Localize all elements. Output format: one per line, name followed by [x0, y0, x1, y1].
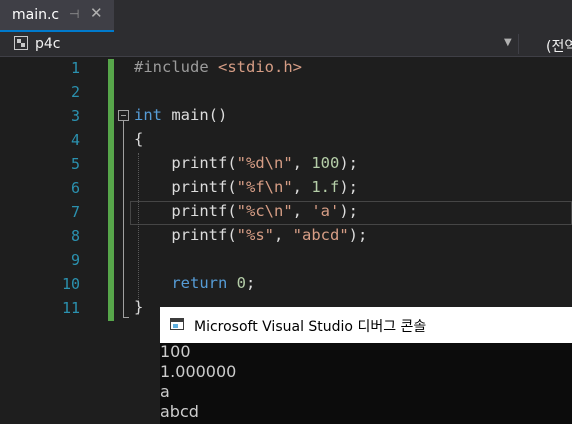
- code-token: 100: [311, 154, 340, 172]
- code-token: printf(: [134, 202, 237, 220]
- code-token: \n: [264, 202, 284, 220]
- pin-icon[interactable]: ⊣: [69, 7, 79, 21]
- close-icon[interactable]: ✕: [90, 4, 103, 22]
- console-output-line: 1.000000: [160, 362, 237, 381]
- code-token: ,: [292, 154, 312, 172]
- code-token: ,: [292, 202, 312, 220]
- document-tab-strip: main.c ⊣ ✕: [0, 0, 572, 32]
- code-token: "abcd": [292, 226, 349, 244]
- code-line[interactable]: printf("%f\n", 1.f);: [134, 178, 358, 196]
- code-token: "%d: [236, 154, 265, 172]
- line-number: 8: [70, 227, 80, 245]
- code-line[interactable]: return 0;: [134, 274, 255, 292]
- code-token: printf(: [134, 226, 237, 244]
- tab-main-c[interactable]: main.c ⊣ ✕: [0, 0, 114, 32]
- code-token: #include: [134, 58, 218, 76]
- line-number: 1: [70, 59, 80, 77]
- console-window-icon: [170, 318, 184, 330]
- code-line[interactable]: printf("%c\n", 'a');: [134, 202, 358, 220]
- code-token: ": [283, 178, 293, 196]
- line-number: 2: [70, 83, 80, 101]
- code-line[interactable]: }: [134, 298, 143, 316]
- console-output-line: abcd: [160, 402, 199, 421]
- code-line[interactable]: {: [134, 130, 143, 148]
- global-scope-dropdown[interactable]: (전역: [546, 36, 572, 56]
- console-titlebar[interactable]: Microsoft Visual Studio 디버그 콘솔: [160, 307, 572, 343]
- code-token: "%c: [236, 202, 265, 220]
- code-line[interactable]: #include <stdio.h>: [134, 58, 302, 76]
- code-token: );: [339, 178, 359, 196]
- code-token: 'a': [311, 202, 340, 220]
- console-title: Microsoft Visual Studio 디버그 콘솔: [194, 319, 427, 335]
- code-token: <stdio.h>: [218, 58, 302, 76]
- line-number: 4: [70, 131, 80, 149]
- code-line[interactable]: printf("%d\n", 100);: [134, 154, 358, 172]
- collapse-icon[interactable]: [118, 110, 129, 121]
- code-token: 1.f: [311, 178, 340, 196]
- nav-divider: [518, 34, 519, 54]
- code-token: \n: [264, 154, 284, 172]
- console-output: 100 1.000000 a abcd: [160, 342, 572, 424]
- line-number: 10: [61, 275, 80, 293]
- code-token: ;: [246, 274, 256, 292]
- code-line[interactable]: printf("%s", "abcd");: [134, 226, 367, 244]
- code-token: ": [283, 154, 293, 172]
- code-token: return: [171, 274, 228, 292]
- code-token: );: [339, 202, 359, 220]
- line-number: 9: [70, 251, 80, 269]
- code-token: \n: [264, 178, 284, 196]
- code-token: printf(: [134, 154, 237, 172]
- debug-console-window[interactable]: Microsoft Visual Studio 디버그 콘솔 100 1.0000…: [160, 307, 572, 424]
- line-number: 6: [70, 179, 80, 197]
- line-number: 7: [70, 203, 80, 221]
- change-tracking-bar: [108, 59, 114, 321]
- console-output-line: a: [160, 382, 170, 401]
- fold-guide-end: [123, 317, 129, 318]
- code-token: 0: [236, 274, 247, 292]
- project-scope-icon: [14, 36, 28, 50]
- project-scope-dropdown[interactable]: p4c: [35, 36, 61, 52]
- line-number: 11: [61, 299, 80, 317]
- code-token: printf(: [134, 178, 237, 196]
- code-token: );: [348, 226, 368, 244]
- tab-title: main.c: [12, 7, 60, 23]
- code-token: int: [134, 106, 162, 124]
- console-output-line: 100: [160, 342, 191, 361]
- code-line[interactable]: int main(): [134, 106, 227, 124]
- code-token: ,: [292, 178, 312, 196]
- code-token: ": [283, 202, 293, 220]
- chevron-down-icon[interactable]: ▼: [504, 37, 512, 48]
- code-token: {: [134, 130, 144, 148]
- code-token: }: [134, 298, 144, 316]
- line-number: 5: [70, 155, 80, 173]
- line-number: 3: [70, 107, 80, 125]
- code-token: ,: [273, 226, 293, 244]
- code-token: "%s": [236, 226, 274, 244]
- navigation-bar: p4c ▼ (전역: [0, 32, 572, 57]
- fold-guide: [123, 121, 124, 317]
- code-token: "%f: [236, 178, 265, 196]
- code-token: );: [339, 154, 359, 172]
- code-token: main(): [162, 106, 228, 124]
